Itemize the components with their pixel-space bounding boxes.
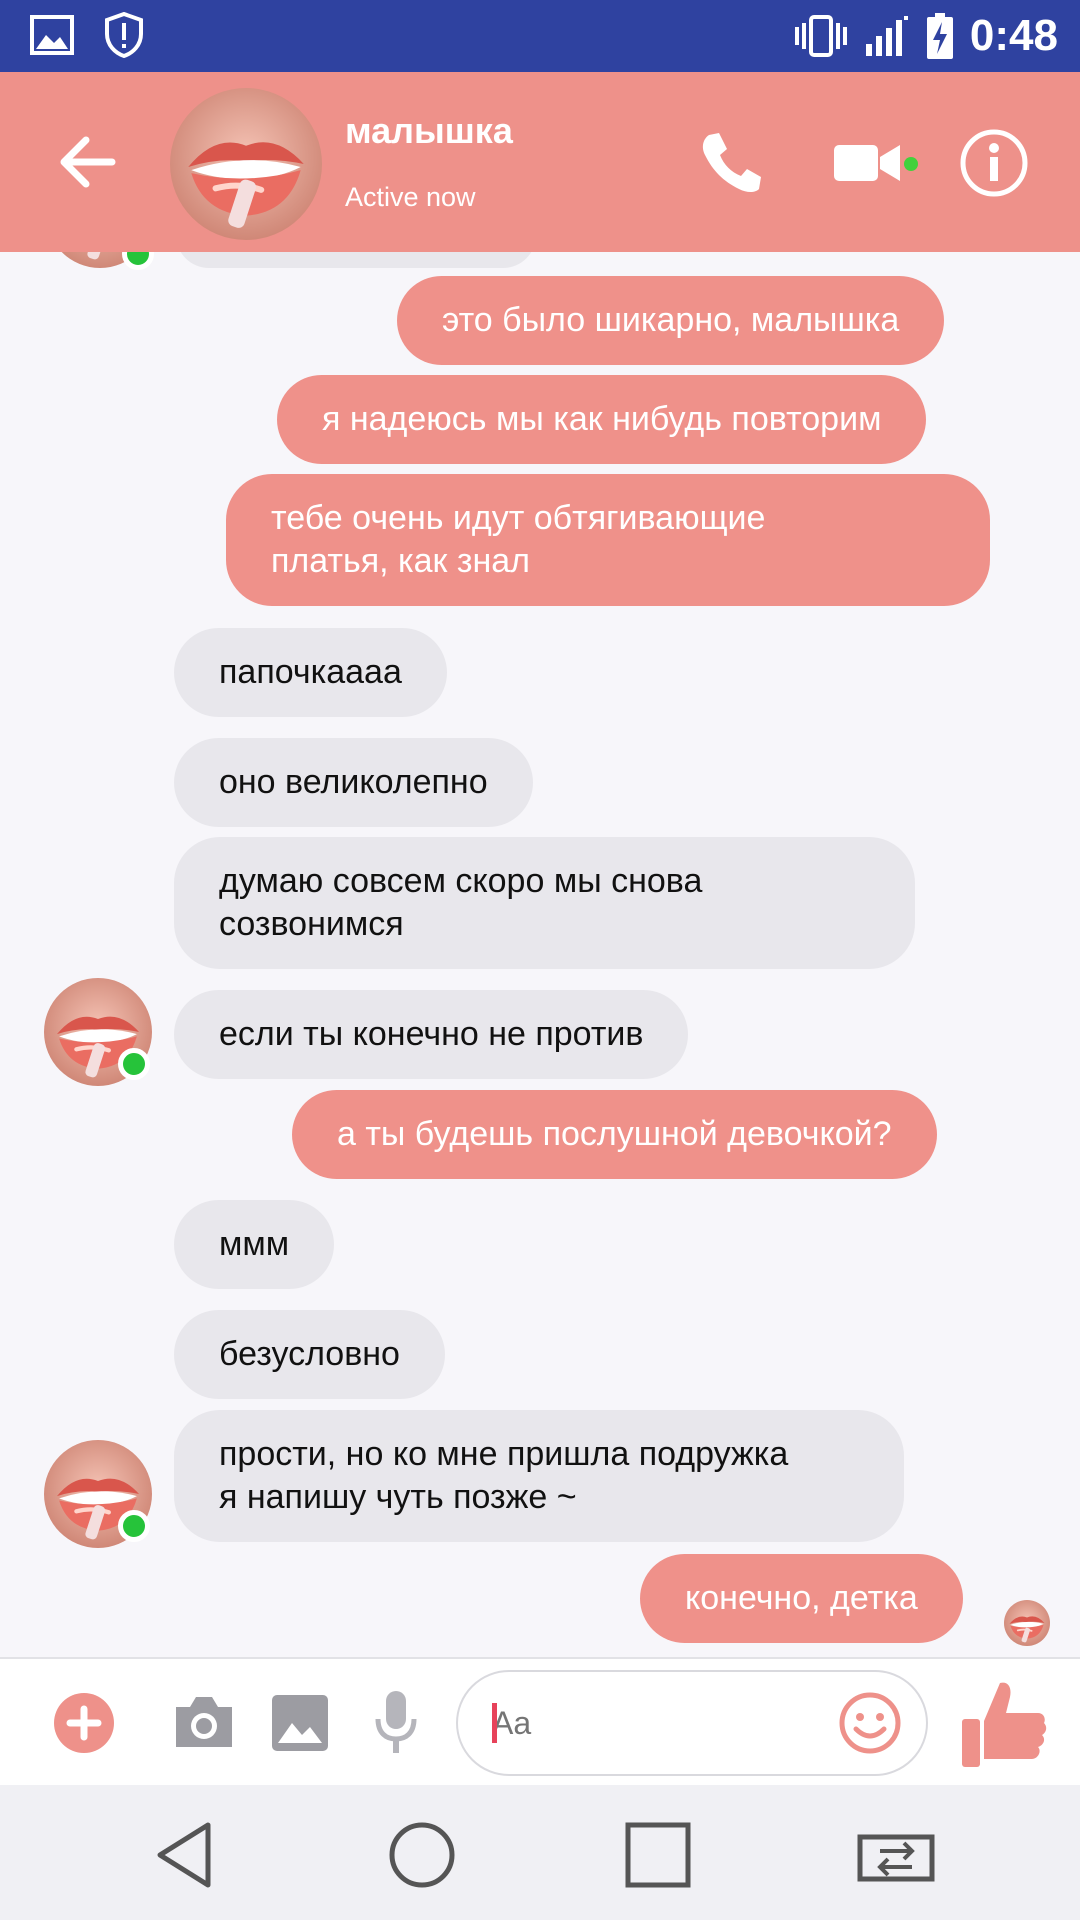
text-caret — [492, 1703, 497, 1743]
message-incoming[interactable]: ммм — [174, 1200, 335, 1289]
status-bar: 0:48 — [0, 0, 1080, 72]
message-outgoing[interactable]: а ты будешь послушной девочкой? — [292, 1090, 937, 1179]
microphone-icon[interactable] — [372, 1689, 420, 1757]
video-active-dot — [904, 157, 918, 171]
gallery-notification-icon — [30, 15, 74, 55]
message-incoming[interactable]: оно великолепно — [174, 738, 533, 827]
message-incoming[interactable]: безусловно — [174, 1310, 445, 1399]
thumbs-up-icon[interactable] — [958, 1675, 1048, 1771]
shield-alert-icon — [105, 12, 143, 58]
message-composer — [0, 1657, 1080, 1785]
chat-header: малышка Active now — [0, 72, 1080, 252]
vibrate-icon — [794, 15, 847, 57]
message-outgoing[interactable]: я надеюсь мы как нибудь повторим — [277, 375, 927, 464]
screen-switch-icon[interactable] — [856, 1815, 936, 1895]
camera-icon[interactable] — [172, 1693, 236, 1751]
nav-recents-icon[interactable] — [618, 1815, 698, 1895]
video-camera-icon[interactable] — [832, 127, 904, 199]
phone-icon[interactable] — [695, 127, 767, 199]
emoji-icon[interactable] — [838, 1691, 902, 1755]
message-incoming[interactable]: папочкаааа — [174, 628, 447, 717]
plus-icon[interactable] — [52, 1691, 116, 1755]
seen-receipt-avatar — [1004, 1600, 1050, 1646]
online-indicator — [118, 1048, 150, 1080]
message-incoming[interactable]: прости, но ко мне пришла подружка я напи… — [174, 1410, 904, 1542]
message-bubble-partial — [176, 252, 536, 268]
message-list[interactable]: это было шикарно, малышка я надеюсь мы к… — [0, 252, 1080, 1657]
gallery-icon[interactable] — [270, 1693, 330, 1753]
contact-status: Active now — [345, 182, 476, 212]
online-indicator — [122, 252, 154, 270]
system-nav-bar — [0, 1785, 1080, 1920]
message-outgoing[interactable]: это было шикарно, малышка — [397, 276, 945, 365]
online-indicator — [118, 1510, 150, 1542]
clock: 0:48 — [969, 11, 1058, 60]
message-incoming[interactable]: думаю совсем скоро мы снова созвонимся — [174, 837, 915, 969]
contact-name: малышка — [345, 110, 513, 151]
back-arrow-icon[interactable] — [52, 127, 122, 197]
message-outgoing[interactable]: конечно, детка — [640, 1554, 963, 1643]
nav-home-icon[interactable] — [382, 1815, 462, 1895]
battery-charging-icon — [926, 13, 953, 59]
nav-back-icon[interactable] — [146, 1815, 226, 1895]
info-icon[interactable] — [958, 127, 1030, 199]
message-incoming[interactable]: если ты конечно не против — [174, 990, 689, 1079]
signal-icon — [865, 16, 908, 56]
message-outgoing[interactable]: тебе очень идут обтягивающие платья, как… — [226, 474, 990, 606]
contact-avatar[interactable] — [170, 88, 322, 240]
